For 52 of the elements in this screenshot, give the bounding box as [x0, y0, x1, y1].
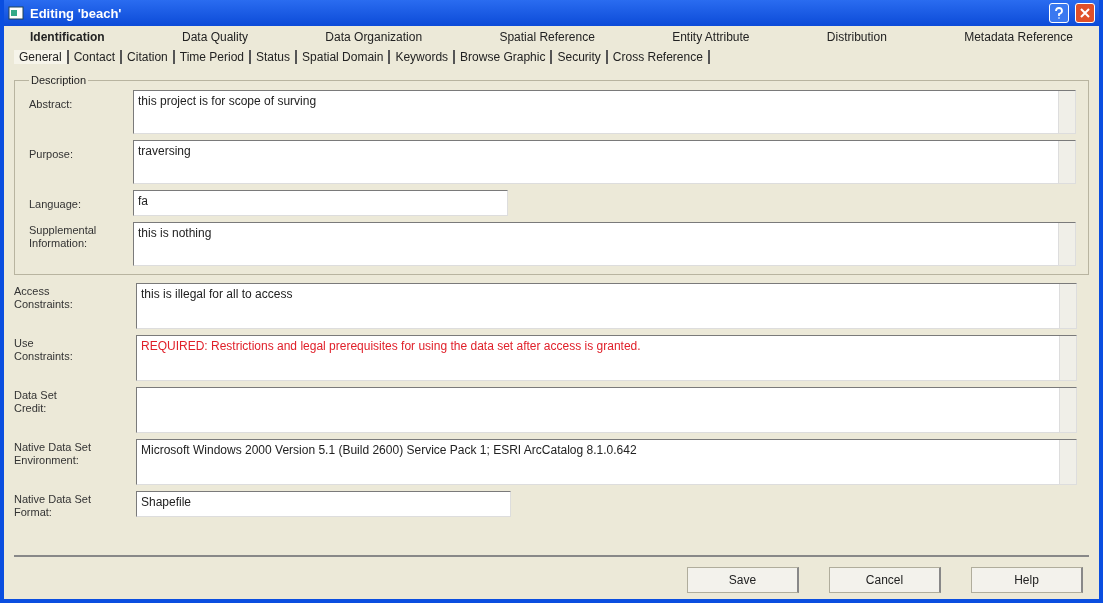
text-area[interactable]: REQUIRED: Restrictions and legal prerequisites for using the data set after access is granted. — [136, 335, 1077, 381]
text-area[interactable]: this is nothing — [133, 222, 1076, 266]
text-area[interactable]: this project is for scope of surving — [133, 90, 1076, 134]
sub-tab[interactable]: Cross Reference — [607, 50, 710, 64]
tab[interactable]: Entity Attribute — [672, 30, 750, 44]
tab[interactable]: Spatial Reference — [499, 30, 595, 44]
tab[interactable]: Distribution — [826, 30, 887, 44]
scrollbar[interactable] — [1059, 388, 1076, 432]
sub-tab[interactable]: Citation — [122, 50, 175, 64]
sub-tab[interactable]: Spatial Domain — [297, 50, 391, 64]
tab[interactable]: Metadata Reference — [964, 30, 1073, 44]
text-area[interactable]: Microsoft Windows 2000 Version 5.1 (Build 2600) Service Pack 1; ESRI ArcCatalog 8.1.0.642 — [136, 439, 1077, 485]
window-title: Editing 'beach' — [30, 5, 123, 21]
field-label: Abstract: — [29, 97, 74, 111]
group-title: Description — [30, 74, 88, 86]
scrollbar[interactable] — [1059, 440, 1076, 484]
scrollbar[interactable] — [1058, 223, 1075, 265]
document-icon — [8, 5, 24, 21]
scrollbar[interactable] — [1059, 284, 1076, 328]
scrollbar[interactable] — [1059, 336, 1076, 380]
dialog-button[interactable]: Cancel — [829, 567, 941, 593]
field-label: Supplemental Information: — [29, 223, 98, 250]
text-area[interactable]: traversing — [133, 140, 1076, 184]
tab[interactable]: Identification — [30, 30, 105, 44]
tab[interactable]: Data Organization — [325, 30, 423, 44]
sub-tab[interactable]: Contact — [68, 50, 123, 64]
field-label: Use Constraints: — [14, 336, 74, 363]
help-icon — [1054, 7, 1064, 19]
sub-tab[interactable]: Time Period — [174, 50, 251, 64]
sub-tab[interactable]: Status — [251, 50, 298, 64]
field-label: Language: — [29, 197, 82, 211]
field-label: Data Set Credit: — [14, 388, 58, 415]
sub-tab[interactable]: Security — [552, 50, 608, 64]
text-area[interactable]: this is illegal for all to access — [136, 283, 1077, 329]
text-field[interactable]: Shapefile — [136, 491, 511, 517]
close-button[interactable] — [1075, 3, 1095, 23]
field-label: Access Constraints: — [14, 284, 74, 311]
dialog-button[interactable]: Help — [971, 567, 1083, 593]
text-area[interactable] — [136, 387, 1077, 433]
help-button[interactable] — [1049, 3, 1069, 23]
scrollbar[interactable] — [1058, 91, 1075, 133]
sub-tab[interactable]: Keywords — [390, 50, 456, 64]
dialog-button[interactable]: Save — [687, 567, 799, 593]
field-label: Native Data Set Format: — [14, 492, 92, 519]
sub-tab[interactable]: Browse Graphic — [455, 50, 553, 64]
text-field[interactable]: fa — [133, 190, 508, 216]
sub-tab[interactable]: General — [14, 50, 69, 64]
field-label: Native Data Set Environment: — [14, 440, 92, 467]
field-label: Purpose: — [29, 147, 75, 161]
close-icon — [1080, 8, 1090, 18]
tab[interactable]: Data Quality — [182, 30, 249, 44]
scrollbar[interactable] — [1058, 141, 1075, 183]
